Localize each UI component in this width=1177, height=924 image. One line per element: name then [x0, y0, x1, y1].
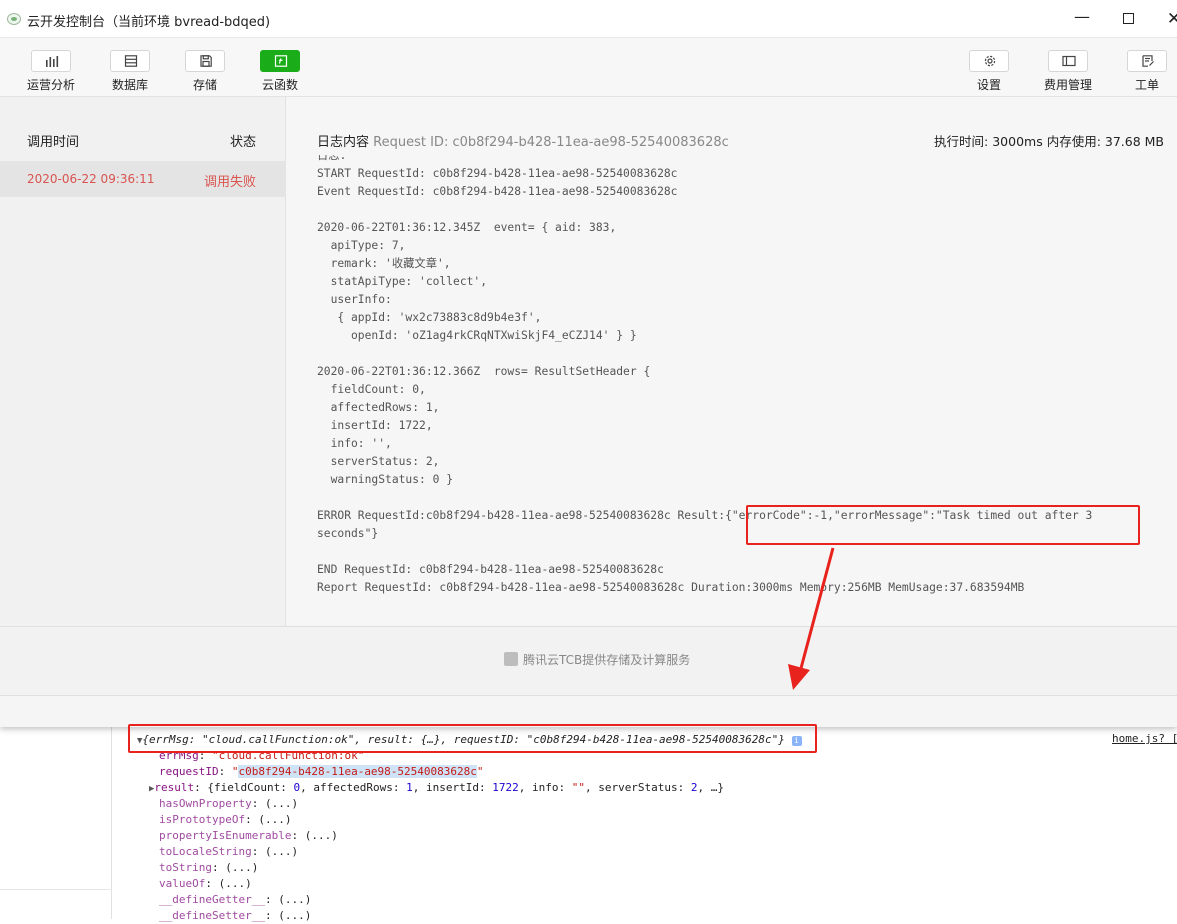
billing-icon	[1048, 50, 1088, 72]
prototype-method-row[interactable]: propertyIsEnumerable: (...)	[159, 828, 338, 844]
prototype-method-row[interactable]: hasOwnProperty: (...)	[159, 796, 298, 812]
toolbar-billing-label: 费用管理	[1043, 78, 1092, 92]
window-bottom	[0, 697, 1177, 727]
prototype-method-row[interactable]: __defineGetter__: (...)	[159, 892, 311, 908]
invocation-list: 调用时间 状态 2020-06-22 09:36:11 调用失败	[0, 97, 286, 626]
toolbar-analytics-label: 运营分析	[26, 78, 75, 92]
footer-text: 腾讯云TCB提供存储及计算服务	[504, 651, 690, 668]
toolbar-database-button[interactable]: 数据库	[95, 50, 165, 93]
minimize-button[interactable]: —	[1072, 9, 1092, 29]
invocation-time: 2020-06-22 09:36:11	[27, 172, 155, 186]
prototype-method-name: __defineSetter__	[159, 909, 265, 922]
prototype-method-row[interactable]: valueOf: (...)	[159, 876, 252, 892]
invocation-status: 调用失败	[204, 175, 257, 190]
prototype-method-row[interactable]: isPrototypeOf: (...)	[159, 812, 291, 828]
toolbar-ticket-button[interactable]: 工单	[1112, 50, 1177, 93]
database-icon	[110, 50, 150, 72]
prototype-method-row[interactable]: toLocaleString: (...)	[159, 844, 298, 860]
log-request-id: Request ID: c0b8f294-b428-11ea-ae98-5254…	[373, 135, 729, 150]
prop-requestid-key: requestID	[159, 765, 219, 778]
prototype-method-value[interactable]: (...)	[225, 861, 258, 874]
prototype-method-value[interactable]: (...)	[278, 909, 311, 922]
console-sidebar	[0, 727, 112, 919]
maximize-button[interactable]	[1118, 9, 1138, 29]
result-affectedrows: 1	[406, 781, 413, 794]
toolbar-storage-button[interactable]: 存储	[170, 50, 240, 93]
prototype-method-value[interactable]: (...)	[265, 845, 298, 858]
storage-icon	[185, 50, 225, 72]
prototype-method-row[interactable]: __defineSetter__: (...)	[159, 908, 311, 924]
prototype-method-value[interactable]: (...)	[258, 813, 291, 826]
console-output: home.js? [ ▼{errMsg: "cloud.callFunction…	[112, 727, 1177, 922]
toolbar-settings-label: 设置	[976, 78, 1001, 92]
prototype-method-name: valueOf	[159, 877, 206, 890]
main-toolbar: 运营分析 数据库 存储 云函数 设置 费用管理 工单	[0, 38, 1177, 97]
title-bar: 云开发控制台（当前环境 bvread-bdqed) — ✕	[0, 0, 1177, 38]
sidebar-divider	[0, 889, 112, 890]
toolbar-ticket-label: 工单	[1134, 78, 1159, 92]
bar-chart-icon	[31, 50, 71, 72]
prop-result-key: result	[154, 781, 195, 794]
toolbar-billing-button[interactable]: 费用管理	[1033, 50, 1103, 93]
footer-label: 腾讯云TCB提供存储及计算服务	[523, 653, 691, 667]
log-execution-meta: 执行时间: 3000ms 内存使用: 37.68 MB	[934, 134, 1164, 149]
prototype-method-value[interactable]: (...)	[305, 829, 338, 842]
invocation-row[interactable]: 2020-06-22 09:36:11 调用失败	[0, 161, 286, 197]
column-header-time: 调用时间	[27, 135, 80, 150]
prototype-method-name: __defineGetter__	[159, 893, 265, 906]
toolbar-cloud-function-label: 云函数	[261, 78, 298, 92]
maximize-icon	[1122, 13, 1134, 24]
log-header: 日志内容 Request ID: c0b8f294-b428-11ea-ae98…	[317, 131, 729, 150]
devtools-console: home.js? [ ▼{errMsg: "cloud.callFunction…	[0, 727, 1177, 922]
prototype-method-row[interactable]: toString: (...)	[159, 860, 258, 876]
prototype-method-value[interactable]: (...)	[278, 893, 311, 906]
prop-result[interactable]: ▶result: {fieldCount: 0, affectedRows: 1…	[149, 780, 724, 797]
prototype-method-name: hasOwnProperty	[159, 797, 252, 810]
result-tail: …}	[710, 781, 725, 794]
window-title: 云开发控制台（当前环境 bvread-bdqed)	[27, 15, 271, 30]
prototype-method-name: isPrototypeOf	[159, 813, 246, 826]
app-logo-icon	[7, 13, 21, 25]
toolbar-database-label: 数据库	[111, 78, 148, 92]
prop-requestid-value[interactable]: c0b8f294-b428-11ea-ae98-52540083628c	[238, 765, 477, 778]
toolbar-settings-button[interactable]: 设置	[954, 50, 1024, 93]
prop-requestid: requestID: "c0b8f294-b428-11ea-ae98-5254…	[159, 765, 484, 778]
error-highlight-box	[746, 505, 1140, 545]
quote: "	[476, 765, 484, 778]
prototype-method-name: toLocaleString	[159, 845, 252, 858]
toolbar-analytics-button[interactable]: 运营分析	[16, 50, 86, 93]
prototype-method-name: propertyIsEnumerable	[159, 829, 292, 842]
column-header-status: 状态	[230, 135, 257, 150]
footer: 腾讯云TCB提供存储及计算服务	[0, 626, 1177, 696]
result-serverstatus: 2	[690, 781, 698, 794]
invocation-list-header: 调用时间 状态	[0, 97, 286, 161]
tcb-logo-icon	[504, 652, 518, 666]
console-highlight-box	[128, 724, 817, 753]
close-button[interactable]: ✕	[1164, 9, 1177, 29]
source-link[interactable]: home.js? [	[1112, 732, 1177, 745]
cloud-console-window: 云开发控制台（当前环境 bvread-bdqed) — ✕ 运营分析 数据库 存…	[0, 0, 1177, 727]
gear-icon	[969, 50, 1009, 72]
result-info: ""	[571, 781, 585, 794]
result-insertid: 1722	[492, 781, 519, 794]
prototype-method-value[interactable]: (...)	[265, 797, 298, 810]
ticket-icon	[1127, 50, 1167, 72]
prototype-method-name: toString	[159, 861, 212, 874]
log-header-label: 日志内容	[317, 135, 370, 150]
cloud-function-icon	[260, 50, 300, 72]
toolbar-storage-label: 存储	[192, 78, 217, 92]
log-detail-panel: 日志内容 Request ID: c0b8f294-b428-11ea-ae98…	[287, 97, 1177, 626]
prototype-method-value[interactable]: (...)	[219, 877, 252, 890]
log-content[interactable]: 日志: START RequestId: c0b8f294-b428-11ea-…	[317, 155, 1167, 625]
toolbar-cloud-function-button[interactable]: 云函数	[245, 50, 315, 93]
